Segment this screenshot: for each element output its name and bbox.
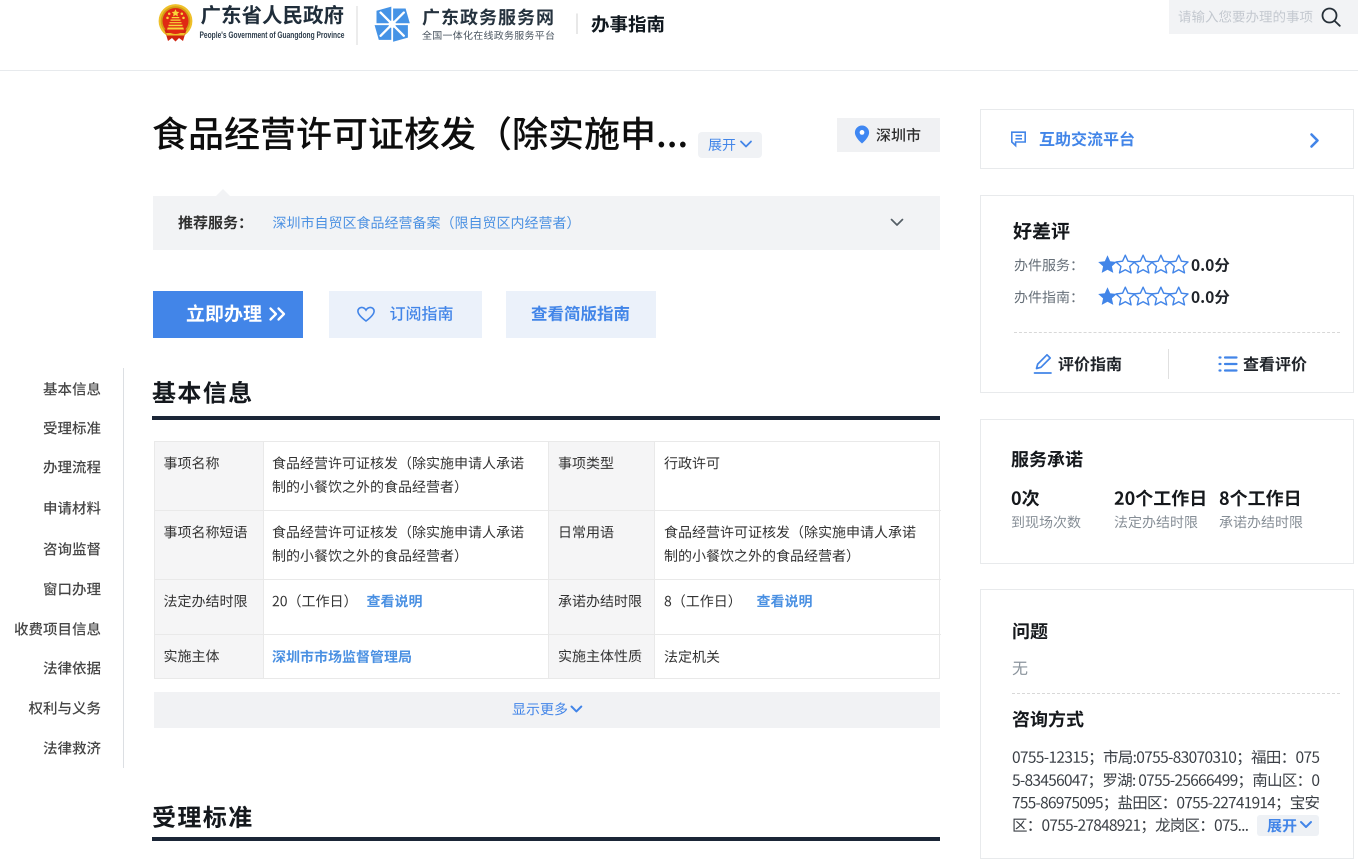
- svg-text:People's Government of Guangdo: People's Government of Guangdong Provinc…: [200, 30, 345, 41]
